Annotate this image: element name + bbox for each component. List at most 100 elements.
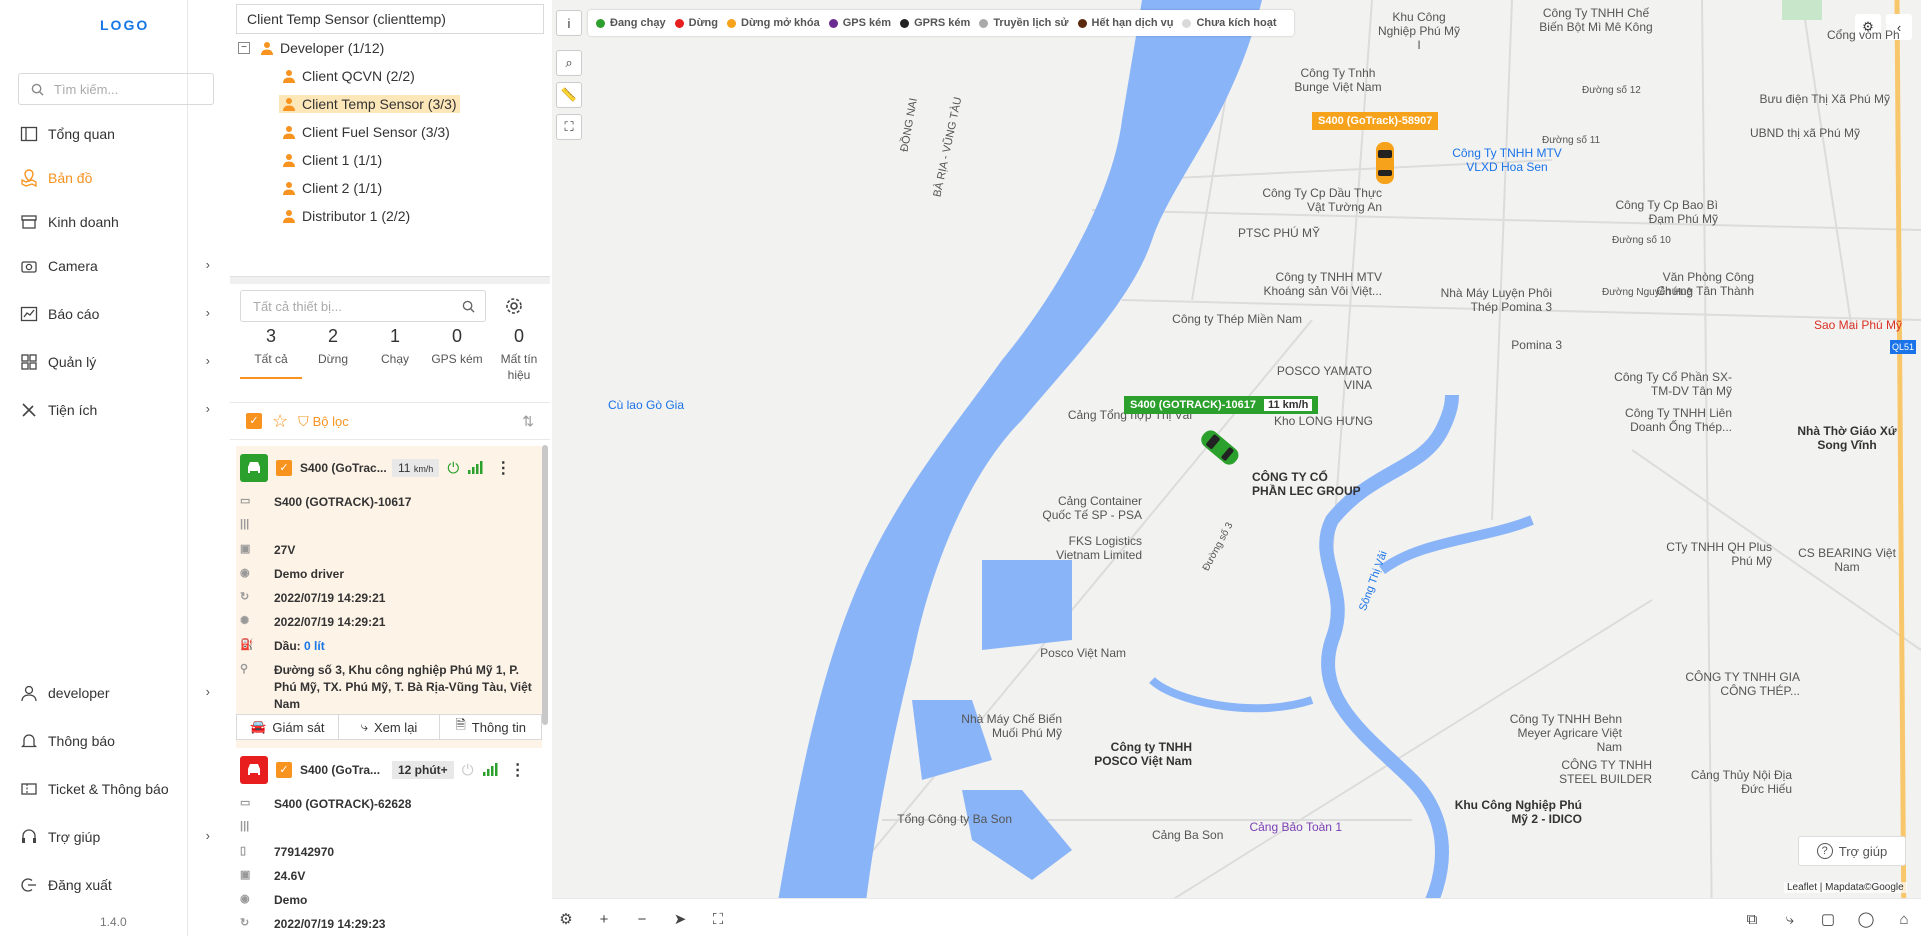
account-select[interactable]: Client Temp Sensor (clienttemp): [236, 4, 544, 34]
device-checkbox[interactable]: ✓: [276, 460, 292, 476]
vehicle-label[interactable]: S400 (GOTRACK)-10617 11 km/h: [1124, 396, 1319, 414]
tree-node[interactable]: Client 1 (1/1): [282, 152, 382, 168]
search-input[interactable]: Tìm kiếm...: [18, 73, 214, 105]
place-label[interactable]: Bưu điện Thị Xã Phú Mỹ: [1730, 92, 1890, 106]
locate-icon[interactable]: ➤: [670, 909, 690, 929]
tree-node-selected[interactable]: Client Temp Sensor (3/3): [279, 95, 460, 113]
place-label[interactable]: Cù lao Gò Gia: [596, 398, 696, 412]
map-attribution[interactable]: Leaflet | Mapdata©Google: [1784, 882, 1907, 893]
stat-all[interactable]: 3 Tất cả: [240, 326, 302, 379]
place-label[interactable]: Công Ty TNHH Behn Meyer Agricare Việt Na…: [1492, 712, 1622, 754]
nav-camera[interactable]: Camera ›: [0, 246, 230, 286]
tree-node[interactable]: Distributor 1 (2/2): [282, 208, 410, 224]
stat-stopped[interactable]: 2 Dừng: [302, 326, 364, 367]
map-view[interactable]: i ⌕ 📏 ⛶ ⚙ ‹ Đang chạy Dừng Dừng mở khóa …: [552, 0, 1921, 936]
place-label[interactable]: Công Ty TNHH Liên Doanh Ống Thép...: [1602, 406, 1732, 434]
place-label[interactable]: Cảng Bảo Toàn 1: [1222, 820, 1342, 834]
geofence-icon[interactable]: ◯: [1856, 909, 1876, 929]
place-label[interactable]: Khu Công Nghiệp Phú Mỹ I: [1376, 10, 1462, 52]
device-card[interactable]: ✓ S400 (GoTrac... 11 km/h ⏻ ⋮ ▭ S400 (GOT…: [236, 446, 542, 748]
place-label[interactable]: Tổng Công ty Ba Son: [872, 812, 1012, 826]
nav-help[interactable]: Trợ giúp ›: [0, 817, 230, 857]
place-label[interactable]: Công Ty TNHH Chế Biến Bột Mì Mê Kông: [1536, 6, 1656, 34]
stat-weak-gps[interactable]: 0 GPS kém: [426, 326, 488, 367]
stat-running[interactable]: 1 Chạy: [364, 326, 426, 367]
device-list-scrollbar[interactable]: [542, 445, 548, 725]
nav-logout[interactable]: Đăng xuất: [0, 865, 230, 905]
tree-node[interactable]: Client 2 (1/1): [282, 180, 382, 196]
place-label[interactable]: CS BEARING Việt Nam: [1792, 546, 1902, 574]
nav-notifications[interactable]: Thông báo: [0, 721, 230, 761]
more-icon[interactable]: ⋮: [510, 760, 526, 780]
place-label[interactable]: PTSC PHÚ MỸ: [1220, 226, 1320, 240]
route-icon[interactable]: ⤷: [1780, 909, 1800, 929]
more-icon[interactable]: ⋮: [495, 458, 511, 478]
filter-icon[interactable]: ⛉: [298, 413, 309, 430]
place-label[interactable]: Khu Công Nghiệp Phú Mỹ 2 - IDICO: [1452, 798, 1582, 826]
settings-gear-icon[interactable]: [504, 296, 524, 316]
nav-utilities[interactable]: Tiện ích ›: [0, 390, 230, 430]
place-label[interactable]: Công Ty Cổ Phần SX-TM-DV Tân Mỹ: [1612, 370, 1732, 398]
place-label[interactable]: Kho LONG HƯNG: [1274, 414, 1374, 428]
place-label[interactable]: Pomina 3: [1472, 338, 1562, 352]
fuel-value[interactable]: 0 lít: [304, 639, 325, 653]
nav-business[interactable]: Kinh doanh: [0, 202, 230, 242]
place-label[interactable]: Công ty TNHH MTV Khoáng sản Vôi Việt...: [1252, 270, 1382, 298]
place-label[interactable]: Nhà Máy Luyện Phôi Thép Pomina 3: [1432, 286, 1552, 314]
place-label[interactable]: Nhà Máy Chế Biến Muối Phú Mỹ: [942, 712, 1062, 740]
panel-resize-handle[interactable]: [230, 276, 550, 284]
place-label[interactable]: Công Ty Cp Bao Bì Đạm Phú Mỹ: [1588, 198, 1718, 226]
select-all-checkbox[interactable]: ✓: [246, 413, 262, 429]
ruler-icon[interactable]: 📏: [556, 82, 582, 108]
fullscreen-icon[interactable]: ⛶: [708, 909, 728, 929]
nav-user[interactable]: developer ›: [0, 673, 230, 713]
place-label[interactable]: Công Ty Cp Dầu Thực Vật Tường An: [1242, 186, 1382, 214]
info-button[interactable]: i: [556, 10, 582, 36]
nav-map[interactable]: Bản đồ: [0, 158, 230, 198]
device-checkbox[interactable]: ✓: [276, 762, 292, 778]
tree-node[interactable]: Client QCVN (2/2): [282, 68, 415, 84]
crop-icon[interactable]: ▢: [1818, 909, 1838, 929]
help-button[interactable]: ? Trợ giúp: [1798, 836, 1906, 866]
place-label[interactable]: Nhà Thờ Giáo Xứ Song Vĩnh: [1792, 424, 1902, 452]
place-label[interactable]: Cảng Ba Son: [1152, 828, 1232, 842]
vehicle-label[interactable]: S400 (GoTrack)-58907: [1312, 112, 1439, 130]
place-label[interactable]: Công ty Thép Miền Nam: [1172, 312, 1302, 326]
info-button[interactable]: 🗎 Thông tin: [440, 715, 541, 739]
nav-reports[interactable]: Báo cáo ›: [0, 294, 230, 334]
collapse-icon[interactable]: −: [238, 42, 250, 54]
nav-management[interactable]: Quản lý ›: [0, 342, 230, 382]
filter-button[interactable]: Bộ lọc: [313, 414, 349, 429]
fullscreen-icon[interactable]: ⛶: [556, 114, 582, 140]
nav-ticket[interactable]: Ticket & Thông báo: [0, 769, 230, 809]
tree-root[interactable]: − Developer (1/12): [238, 40, 384, 56]
zoom-out-icon[interactable]: −: [632, 909, 652, 929]
logo[interactable]: LOGO: [100, 18, 147, 48]
layer-icon[interactable]: ⧉: [1742, 909, 1762, 929]
place-label[interactable]: UBND thị xã Phú Mỹ: [1680, 126, 1860, 140]
device-card[interactable]: ✓ S400 (GoTra... 12 phút+ ⏻ ⋮ ▭ S400 (GOT…: [236, 748, 542, 938]
map-search-icon[interactable]: ⌕: [556, 50, 582, 76]
stat-lost-signal[interactable]: 0 Mất tín hiệu: [488, 326, 550, 383]
place-label[interactable]: POSCO YAMATO VINA: [1252, 364, 1372, 392]
settings-icon[interactable]: ⚙: [556, 909, 576, 929]
place-label[interactable]: CÔNG TY TNHH STEEL BUILDER: [1552, 758, 1652, 786]
place-label[interactable]: Cổng vòm Ph: [1827, 28, 1907, 42]
sort-icon[interactable]: ⇅: [522, 413, 534, 430]
place-label[interactable]: Cảng Container Quốc Tế SP - PSA: [1032, 494, 1142, 522]
poi-icon[interactable]: ⌂: [1894, 909, 1914, 929]
zoom-in-icon[interactable]: +: [594, 909, 614, 929]
vehicle-marker-orange-car-icon[interactable]: [1374, 140, 1396, 189]
device-search-input[interactable]: Tất cả thiết bị...: [240, 290, 486, 322]
place-label[interactable]: Cảng Thủy Nội Địa Đức Hiếu: [1682, 768, 1792, 796]
replay-button[interactable]: ⤷ Xem lại: [339, 715, 441, 739]
place-label[interactable]: Công Ty TNHH MTV VLXD Hoa Sen: [1442, 146, 1572, 174]
place-label[interactable]: Công ty TNHH POSCO Việt Nam: [1092, 740, 1192, 768]
nav-overview[interactable]: Tổng quan: [0, 114, 230, 154]
monitor-button[interactable]: 🚘 Giám sát: [237, 715, 339, 739]
place-label[interactable]: Posco Việt Nam: [1022, 646, 1126, 660]
star-icon[interactable]: ☆: [272, 411, 288, 432]
place-label[interactable]: FKS Logistics Vietnam Limited: [1032, 534, 1142, 562]
place-label[interactable]: Sao Mai Phú Mỹ: [1814, 318, 1914, 332]
place-label[interactable]: Công Ty Tnhh Bunge Việt Nam: [1288, 66, 1388, 94]
